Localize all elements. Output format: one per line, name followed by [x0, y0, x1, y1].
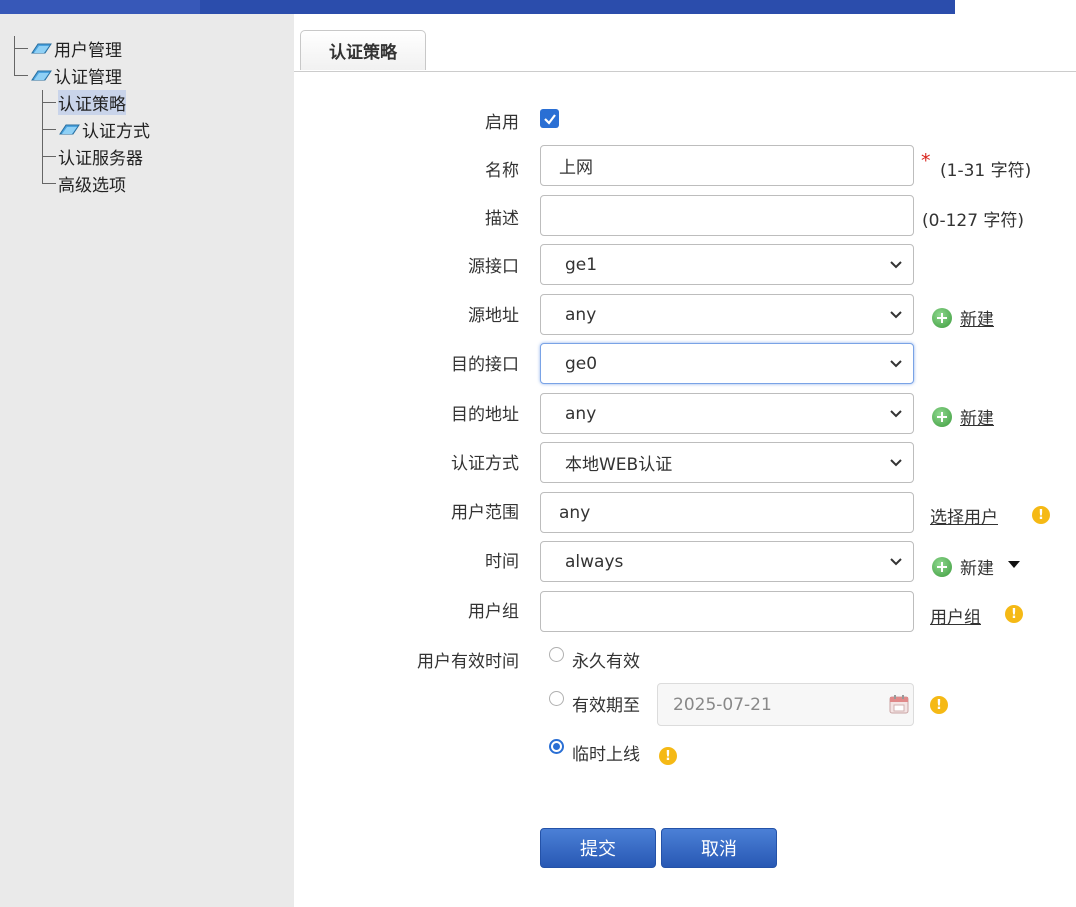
description-label: 描述	[485, 209, 519, 229]
tree-connector	[42, 90, 43, 184]
chevron-down-icon	[890, 459, 902, 467]
tree-connector	[42, 156, 56, 157]
add-icon	[932, 307, 952, 328]
warning-icon[interactable]: !	[1005, 605, 1023, 623]
sidebar-item-label: 用户管理	[54, 40, 122, 61]
destination-interface-select[interactable]: ge0	[540, 343, 914, 384]
chevron-down-icon	[890, 410, 902, 418]
destination-address-value: any	[565, 403, 597, 424]
sidebar-item-label: 认证方式	[82, 121, 150, 142]
destination-address-new-link[interactable]: 新建	[932, 404, 994, 429]
new-label: 新建	[960, 559, 994, 579]
sidebar-item-label: 高级选项	[58, 175, 126, 196]
enable-label: 启用	[485, 113, 519, 133]
top-banner-tab-area	[955, 0, 1076, 14]
source-address-label: 源地址	[468, 306, 519, 326]
source-interface-label: 源接口	[468, 257, 519, 277]
user-group-label: 用户组	[468, 602, 519, 622]
sidebar-item-label: 认证管理	[54, 67, 122, 88]
user-group-input[interactable]	[540, 591, 914, 632]
warning-icon[interactable]: !	[659, 747, 677, 765]
name-input[interactable]: 上网	[540, 145, 914, 186]
caret-down-icon[interactable]	[1008, 561, 1020, 568]
folder-icon	[31, 43, 52, 54]
add-icon	[932, 406, 952, 427]
time-new-link[interactable]: 新建	[932, 554, 994, 579]
new-label: 新建	[960, 409, 994, 429]
destination-address-select[interactable]: any	[540, 393, 914, 434]
tab-auth-policy[interactable]: 认证策略	[300, 30, 426, 70]
cancel-button[interactable]: 取消	[661, 828, 777, 868]
auth-method-label: 认证方式	[451, 454, 519, 474]
top-banner-left	[0, 0, 200, 14]
tree-connector	[42, 183, 56, 184]
submit-button[interactable]: 提交	[540, 828, 656, 868]
user-scope-input[interactable]: any	[540, 492, 914, 533]
destination-interface-value: ge0	[565, 353, 598, 374]
chevron-down-icon	[890, 558, 902, 566]
chevron-down-icon	[890, 261, 902, 269]
add-icon	[932, 556, 952, 577]
source-interface-value: ge1	[565, 254, 598, 275]
select-user-link[interactable]: 选择用户	[930, 503, 998, 528]
required-marker: *	[921, 150, 931, 172]
main-content: 认证策略 启用 名称 上网 * (1-31 字符) 描述 (0-127 字符) …	[294, 14, 1076, 907]
tree-connector	[42, 102, 56, 103]
sidebar-item-auth-method[interactable]: 认证方式	[58, 117, 150, 142]
enable-checkbox[interactable]	[540, 109, 559, 128]
warning-icon[interactable]: !	[930, 696, 948, 714]
radio-until-label: 有效期至	[572, 696, 640, 716]
auth-method-select[interactable]: 本地WEB认证	[540, 442, 914, 483]
user-group-link[interactable]: 用户组	[930, 603, 981, 628]
sidebar-item-label: 认证服务器	[58, 148, 143, 169]
time-label: 时间	[485, 552, 519, 572]
chevron-down-icon	[890, 311, 902, 319]
until-date-input[interactable]: 2025-07-21	[657, 683, 914, 726]
description-input[interactable]	[540, 195, 914, 236]
radio-permanent-label: 永久有效	[572, 652, 640, 672]
tree-connector	[14, 75, 28, 76]
destination-interface-label: 目的接口	[451, 355, 519, 375]
source-address-select[interactable]: any	[540, 294, 914, 335]
calendar-icon[interactable]	[888, 693, 910, 715]
source-address-value: any	[565, 304, 597, 325]
tree-connector	[14, 36, 15, 76]
time-select[interactable]: always	[540, 541, 914, 582]
radio-until[interactable]	[549, 691, 564, 706]
name-label: 名称	[485, 161, 519, 181]
folder-icon	[59, 124, 80, 135]
top-banner	[0, 0, 955, 14]
radio-temporary[interactable]	[549, 739, 564, 754]
new-label: 新建	[960, 310, 994, 330]
description-hint: (0-127 字符)	[922, 211, 1025, 231]
source-interface-select[interactable]: ge1	[540, 244, 914, 285]
sidebar: 用户管理 认证管理 认证策略 认证方式 认证服务器 高级选项	[0, 14, 294, 907]
sidebar-item-label: 认证策略	[58, 89, 126, 115]
tree-connector	[14, 48, 28, 49]
tab-divider	[294, 71, 1076, 72]
warning-icon[interactable]: !	[1032, 506, 1050, 524]
source-address-new-link[interactable]: 新建	[932, 305, 994, 330]
tree-connector	[42, 129, 56, 130]
user-scope-label: 用户范围	[451, 503, 519, 523]
validity-label: 用户有效时间	[417, 652, 519, 672]
sidebar-item-auth-management[interactable]: 认证管理	[30, 63, 122, 88]
chevron-down-icon	[890, 360, 902, 368]
name-hint: (1-31 字符)	[940, 161, 1032, 181]
sidebar-item-advanced-options[interactable]: 高级选项	[58, 171, 126, 196]
destination-address-label: 目的地址	[451, 405, 519, 425]
until-date-value: 2025-07-21	[673, 694, 772, 715]
auth-method-value: 本地WEB认证	[565, 455, 673, 475]
radio-temporary-label: 临时上线	[572, 745, 640, 765]
check-icon	[543, 113, 556, 125]
folder-open-icon	[31, 70, 52, 81]
sidebar-item-auth-server[interactable]: 认证服务器	[58, 144, 143, 169]
sidebar-item-auth-policy[interactable]: 认证策略	[58, 89, 126, 115]
radio-permanent[interactable]	[549, 647, 564, 662]
time-value: always	[565, 551, 624, 572]
sidebar-item-user-management[interactable]: 用户管理	[30, 36, 122, 61]
